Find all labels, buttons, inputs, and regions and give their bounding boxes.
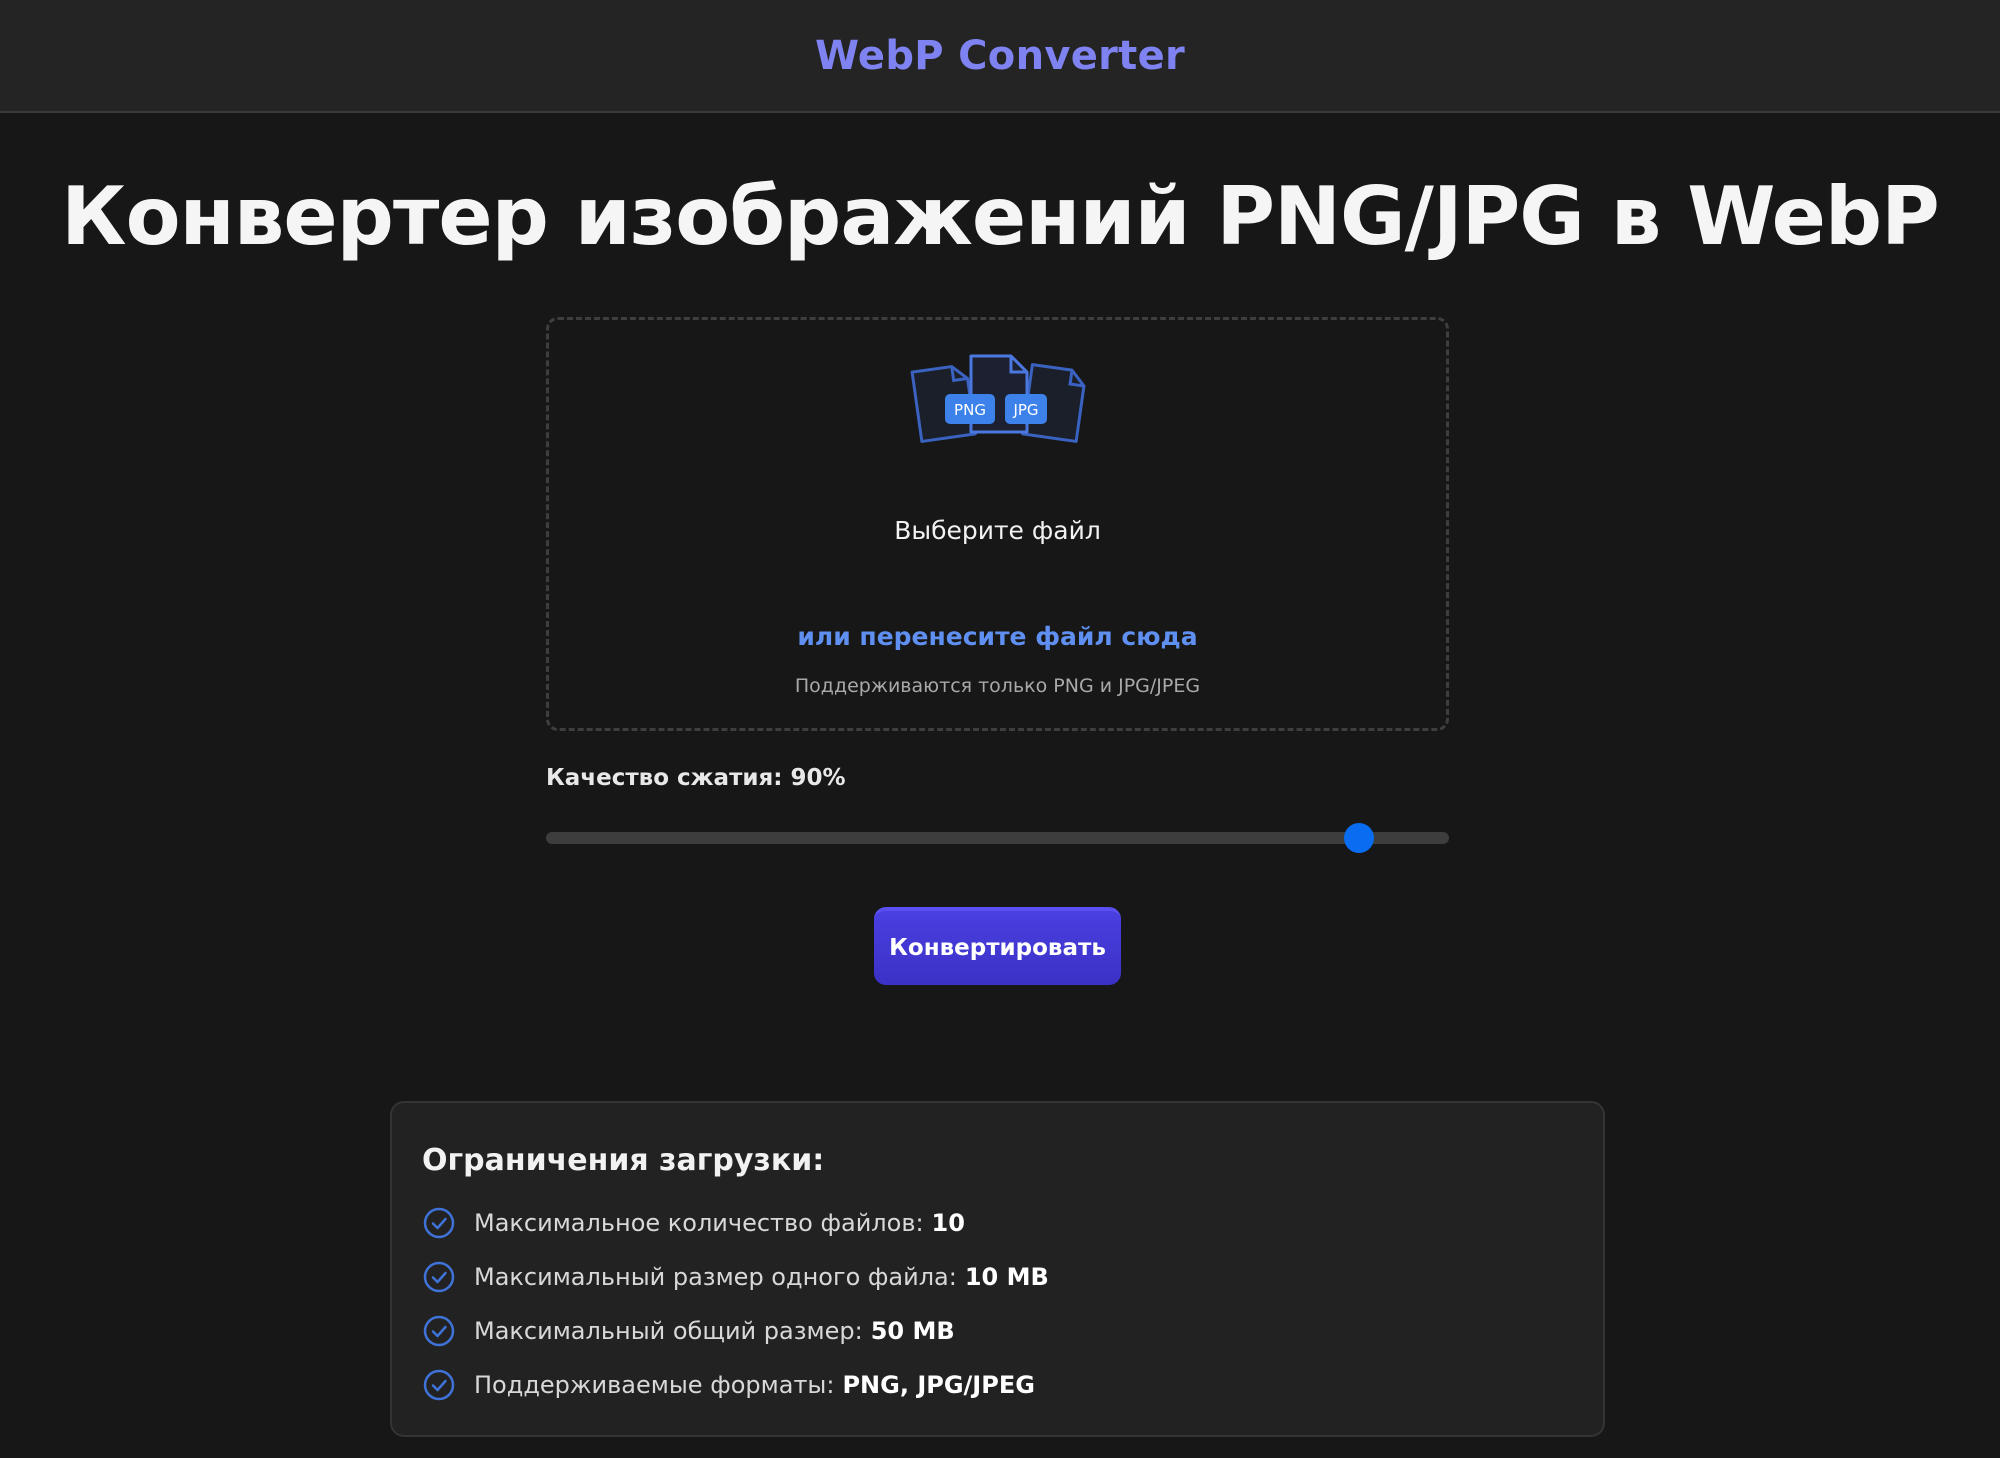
limit-value: 10 MB [964, 1263, 1049, 1291]
limit-label: Поддерживаемые форматы: [474, 1371, 835, 1399]
file-drop-zone[interactable]: PNG JPG Выберите файл или перенесите фай… [546, 317, 1449, 731]
png-badge-text: PNG [954, 401, 986, 419]
check-circle-icon [423, 1369, 455, 1401]
limit-value: PNG, JPG/JPEG [842, 1371, 1035, 1399]
brand-logo-text[interactable]: WebP Converter [815, 33, 1185, 79]
top-navbar: WebP Converter [0, 0, 2000, 113]
quality-value: 90% [790, 765, 846, 791]
limit-item: Поддерживаемые форматы: PNG, JPG/JPEG [422, 1365, 1035, 1405]
drop-file-hint[interactable]: или перенесите файл сюда [549, 622, 1446, 651]
quality-label-text: Качество сжатия: [546, 765, 783, 791]
quality-label: Качество сжатия: 90% [546, 765, 846, 791]
limit-label: Максимальный общий размер: [474, 1317, 863, 1345]
convert-button[interactable]: Конвертировать [874, 907, 1121, 985]
limit-item: Максимальный размер одного файла: 10 MB [422, 1257, 1049, 1297]
limit-value: 10 [931, 1209, 965, 1237]
check-circle-icon [423, 1207, 455, 1239]
limit-item: Максимальное количество файлов: 10 [422, 1203, 965, 1243]
page-title: Конвертер изображений PNG/JPG в WebP [61, 170, 1940, 263]
check-circle-icon [423, 1261, 455, 1293]
limit-value: 50 MB [870, 1317, 955, 1345]
limit-label: Максимальное количество файлов: [474, 1209, 924, 1237]
slider-track[interactable] [546, 832, 1449, 844]
choose-file-label[interactable]: Выберите файл [549, 516, 1446, 545]
slider-thumb[interactable] [1343, 823, 1374, 853]
upload-limits-panel: Ограничения загрузки: Максимальное колич… [390, 1101, 1605, 1437]
supported-formats-note: Поддерживаются только PNG и JPG/JPEG [794, 675, 1201, 697]
limit-label: Максимальный размер одного файла: [474, 1263, 957, 1291]
limits-title: Ограничения загрузки: [422, 1143, 825, 1178]
quality-slider[interactable] [546, 823, 1449, 853]
check-circle-icon [423, 1315, 455, 1347]
limit-item: Максимальный общий размер: 50 MB [422, 1311, 955, 1351]
file-stack-icon: PNG JPG [910, 354, 1086, 443]
jpg-badge-text: JPG [1012, 401, 1038, 419]
